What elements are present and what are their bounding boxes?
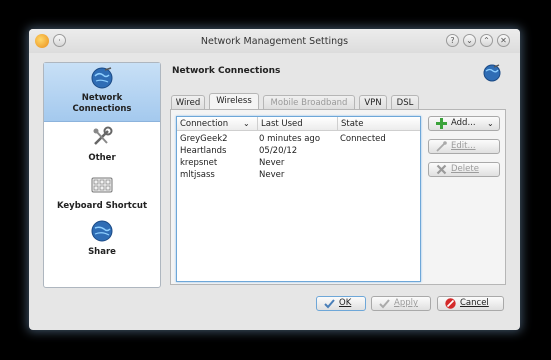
edit-button[interactable]: Edit... xyxy=(428,139,500,154)
ok-button[interactable]: OK xyxy=(316,296,366,311)
apply-button[interactable]: Apply xyxy=(371,296,431,311)
button-label: Edit... xyxy=(451,141,476,151)
plus-icon xyxy=(436,118,447,129)
cell-connection: GreyGeek2 xyxy=(180,134,228,144)
edit-tools-icon xyxy=(436,141,447,152)
cell-connection: mltjsass xyxy=(180,170,215,180)
cancel-button[interactable]: Cancel xyxy=(437,296,504,311)
cell-last-used: 05/20/12 xyxy=(259,146,298,156)
button-label: Apply xyxy=(394,298,418,308)
close-button[interactable]: ✕ xyxy=(497,34,510,47)
button-label: Delete xyxy=(451,164,479,174)
table-row[interactable]: mltjsass Never xyxy=(177,169,420,181)
add-button[interactable]: Add... ⌄ xyxy=(428,116,500,131)
minimize-button[interactable]: ⌄ xyxy=(463,34,476,47)
sidebar-item-share[interactable]: Share xyxy=(44,217,160,263)
share-globe-icon xyxy=(91,220,113,242)
sidebar-item-label: Keyboard Shortcut xyxy=(56,201,148,211)
cell-connection: krepsnet xyxy=(180,158,218,168)
chevron-down-icon: ⌄ xyxy=(487,119,494,128)
column-header-last-used[interactable]: Last Used xyxy=(257,117,337,131)
sort-chevron-down-icon: ⌄ xyxy=(243,119,250,128)
tab-label: Wireless xyxy=(216,96,252,106)
help-button[interactable]: ? xyxy=(446,34,459,47)
settings-window: · Network Management Settings ? ⌄ ⌃ ✕ Ne… xyxy=(29,29,520,330)
header-label: Connection xyxy=(180,119,229,129)
network-globe-icon xyxy=(483,64,501,82)
sidebar-label-line1: Network xyxy=(81,93,123,103)
checkmark-icon xyxy=(324,299,335,309)
network-globe-icon xyxy=(91,67,113,89)
sidebar-label-line2: Connections xyxy=(72,104,132,114)
sidebar-item-network-connections[interactable]: Network Connections xyxy=(44,63,160,122)
checkmark-icon xyxy=(379,299,390,309)
sidebar: Network Connections Other Keyboard Short… xyxy=(43,62,161,288)
maximize-button[interactable]: ⌃ xyxy=(480,34,493,47)
button-label: Add... xyxy=(451,118,476,128)
tools-icon xyxy=(93,126,113,145)
column-header-connection[interactable]: Connection ⌄ xyxy=(177,117,257,131)
sidebar-item-label: Other xyxy=(88,153,116,163)
tab-label: DSL xyxy=(396,98,414,108)
page-title: Network Connections xyxy=(172,66,281,76)
tab-label: Mobile Broadband xyxy=(270,98,348,108)
tab-label: Wired xyxy=(175,98,201,108)
tab-label: VPN xyxy=(364,98,382,108)
button-label: Cancel xyxy=(460,298,489,308)
column-header-state[interactable]: State xyxy=(337,117,420,131)
delete-x-icon xyxy=(436,164,447,175)
cell-state: Connected xyxy=(340,134,386,144)
table-row[interactable]: krepsnet Never xyxy=(177,157,420,169)
header-label: State xyxy=(341,119,364,129)
table-row[interactable]: GreyGeek2 0 minutes ago Connected xyxy=(177,133,420,145)
cell-connection: Heartlands xyxy=(180,146,227,156)
tab-wireless[interactable]: Wireless xyxy=(209,93,259,109)
sidebar-item-keyboard-shortcut[interactable]: Keyboard Shortcut xyxy=(44,171,160,217)
cancel-icon xyxy=(445,298,456,309)
tab-vpn[interactable]: VPN xyxy=(359,95,387,109)
title-bar[interactable]: · Network Management Settings ? ⌄ ⌃ ✕ xyxy=(29,29,520,53)
tab-wired[interactable]: Wired xyxy=(171,95,205,109)
table-row[interactable]: Heartlands 05/20/12 xyxy=(177,145,420,157)
sidebar-item-other[interactable]: Other xyxy=(44,123,160,169)
cell-last-used: Never xyxy=(259,158,285,168)
button-label: OK xyxy=(339,298,352,308)
tab-dsl[interactable]: DSL xyxy=(391,95,419,109)
cell-last-used: 0 minutes ago xyxy=(259,134,321,144)
connection-list[interactable]: Connection ⌄ Last Used State GreyGeek2 0… xyxy=(176,116,421,282)
keyboard-icon xyxy=(91,177,113,193)
header-label: Last Used xyxy=(261,119,303,129)
delete-button[interactable]: Delete xyxy=(428,162,500,177)
sidebar-item-label: Share xyxy=(88,247,116,257)
tab-mobile-broadband[interactable]: Mobile Broadband xyxy=(263,95,355,109)
cell-last-used: Never xyxy=(259,170,285,180)
